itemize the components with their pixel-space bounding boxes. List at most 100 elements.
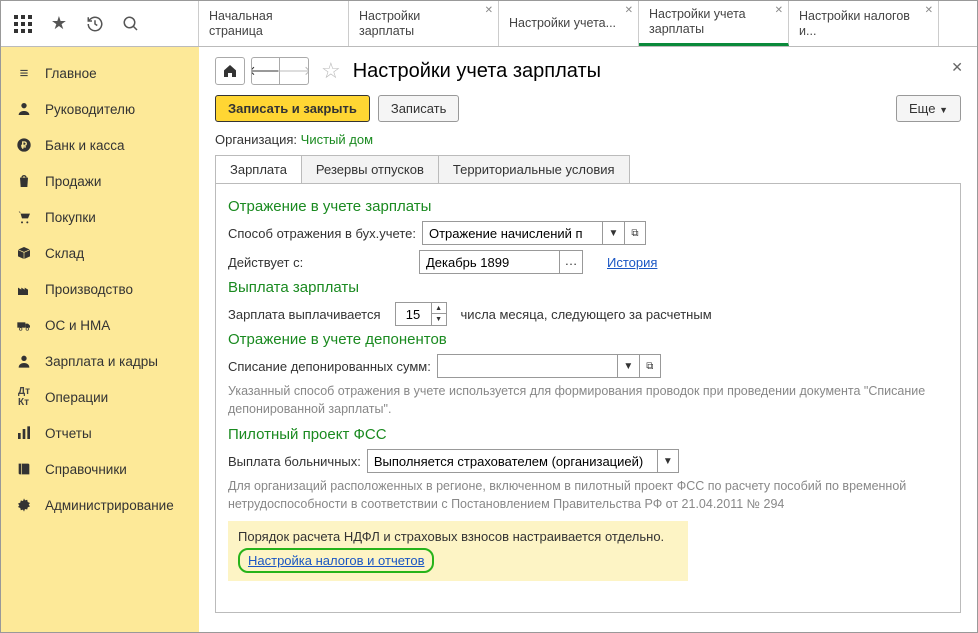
- history-link[interactable]: История: [607, 255, 657, 270]
- save-button[interactable]: Записать: [378, 95, 460, 122]
- sidebar-item-purchases[interactable]: Покупки: [1, 199, 199, 235]
- apps-grid-icon[interactable]: [7, 8, 39, 40]
- dropdown-icon[interactable]: ▼: [657, 449, 679, 473]
- tab-vacation-reserves[interactable]: Резервы отпусков: [302, 156, 439, 183]
- sidebar-item-label: Главное: [45, 66, 97, 81]
- factory-icon: [15, 280, 33, 298]
- spin-down-icon[interactable]: ▼: [432, 314, 446, 325]
- debit-credit-icon: ДтКт: [15, 388, 33, 406]
- sidebar-item-manager[interactable]: Руководителю: [1, 91, 199, 127]
- forward-button[interactable]: 🡒: [280, 58, 308, 84]
- reflect-method-input[interactable]: [422, 221, 602, 245]
- sick-pay-input[interactable]: [367, 449, 657, 473]
- sidebar-item-label: Банк и касса: [45, 138, 125, 153]
- book-icon: [15, 460, 33, 478]
- close-page-button[interactable]: ✕: [951, 59, 963, 76]
- window-tabs: Начальная страница Настройки зарплаты ✕ Н…: [199, 1, 977, 46]
- chevron-down-icon: ▼: [939, 105, 948, 115]
- tab-label: Настройки учета зарплаты: [649, 7, 766, 37]
- sidebar-item-label: Производство: [45, 282, 133, 297]
- info-text: Порядок расчета НДФЛ и страховых взносов…: [238, 529, 678, 544]
- sidebar-item-admin[interactable]: Администрирование: [1, 487, 199, 523]
- sidebar-item-label: Справочники: [45, 462, 127, 477]
- tab-label: Начальная страница: [209, 9, 326, 39]
- sidebar-item-label: Отчеты: [45, 426, 92, 441]
- reflect-label: Способ отражения в бух.учете:: [228, 226, 416, 241]
- home-button[interactable]: [215, 57, 245, 85]
- box-icon: [15, 244, 33, 262]
- close-icon[interactable]: ✕: [485, 5, 493, 17]
- sidebar-item-bank[interactable]: ₽ Банк и касса: [1, 127, 199, 163]
- tax-settings-link-highlight: Настройка налогов и отчетов: [238, 548, 434, 573]
- sidebar-item-main[interactable]: ≡ Главное: [1, 55, 199, 91]
- spin-up-icon[interactable]: ▲: [432, 303, 446, 314]
- sidebar-item-sales[interactable]: Продажи: [1, 163, 199, 199]
- sidebar-item-label: Администрирование: [45, 498, 174, 513]
- section-deponent-title: Отражение в учете депонентов: [228, 331, 948, 348]
- settings-panel: Отражение в учете зарплаты Способ отраже…: [215, 183, 961, 613]
- tab-salary-accounting-settings[interactable]: Настройки учета зарплаты ✕: [639, 1, 789, 46]
- sick-label: Выплата больничных:: [228, 454, 361, 469]
- nav-arrows: 🡐 🡒: [251, 57, 309, 85]
- info-box: Порядок расчета НДФЛ и страховых взносов…: [228, 521, 688, 581]
- pay-label: Зарплата выплачивается: [228, 307, 381, 322]
- tab-start-page[interactable]: Начальная страница: [199, 1, 349, 46]
- sidebar-item-label: Руководителю: [45, 102, 135, 117]
- star-icon[interactable]: ★: [43, 8, 75, 40]
- sidebar-item-label: Зарплата и кадры: [45, 354, 158, 369]
- chart-icon: [15, 424, 33, 442]
- tab-territorial[interactable]: Территориальные условия: [439, 156, 629, 183]
- tab-accounting-settings[interactable]: Настройки учета... ✕: [499, 1, 639, 46]
- panel-tabs: Зарплата Резервы отпусков Территориальны…: [215, 155, 630, 183]
- tab-tax-settings[interactable]: Настройки налогов и...✕: [789, 1, 939, 46]
- org-label: Организация:: [215, 132, 297, 147]
- sidebar-item-reports[interactable]: Отчеты: [1, 415, 199, 451]
- page-title: Настройки учета зарплаты: [353, 60, 601, 83]
- save-and-close-button[interactable]: Записать и закрыть: [215, 95, 370, 122]
- tab-label: Настройки зарплаты: [359, 9, 476, 39]
- more-button[interactable]: Еще ▼: [896, 95, 961, 122]
- sidebar-item-directories[interactable]: Справочники: [1, 451, 199, 487]
- close-icon[interactable]: ✕: [775, 5, 783, 17]
- pay-day-input[interactable]: [395, 302, 431, 326]
- tab-salary-settings[interactable]: Настройки зарплаты ✕: [349, 1, 499, 46]
- person-icon: [15, 100, 33, 118]
- open-dialog-icon[interactable]: ⧉: [639, 354, 661, 378]
- pay-suffix: числа месяца, следующего за расчетным: [461, 307, 712, 322]
- sidebar-item-label: Склад: [45, 246, 84, 261]
- open-dialog-icon[interactable]: ⧉: [624, 221, 646, 245]
- close-icon[interactable]: ✕: [925, 5, 933, 17]
- user-icon: [15, 352, 33, 370]
- sidebar-item-label: Продажи: [45, 174, 101, 189]
- menu-icon: ≡: [15, 64, 33, 82]
- truck-icon: [15, 316, 33, 334]
- ruble-icon: ₽: [15, 136, 33, 154]
- org-link[interactable]: Чистый дом: [301, 132, 373, 147]
- tax-settings-link[interactable]: Настройка налогов и отчетов: [248, 553, 424, 568]
- cart-icon: [15, 208, 33, 226]
- more-label: Еще: [909, 101, 935, 116]
- section-reflection-title: Отражение в учете зарплаты: [228, 198, 948, 215]
- bag-icon: [15, 172, 33, 190]
- sidebar-item-payroll[interactable]: Зарплата и кадры: [1, 343, 199, 379]
- tab-label: Настройки учета...: [509, 16, 616, 31]
- gear-icon: [15, 496, 33, 514]
- tab-salary[interactable]: Зарплата: [216, 156, 302, 183]
- dropdown-icon[interactable]: ▼: [602, 221, 624, 245]
- history-icon[interactable]: [79, 8, 111, 40]
- sidebar-item-operations[interactable]: ДтКтОперации: [1, 379, 199, 415]
- date-picker-button[interactable]: …: [559, 250, 583, 274]
- section-payment-title: Выплата зарплаты: [228, 279, 948, 296]
- deponent-input[interactable]: [437, 354, 617, 378]
- valid-from-label: Действует с:: [228, 255, 413, 270]
- search-icon[interactable]: [115, 8, 147, 40]
- valid-from-input[interactable]: [419, 250, 559, 274]
- sidebar-item-assets[interactable]: ОС и НМА: [1, 307, 199, 343]
- main-sidebar: ≡ Главное Руководителю ₽ Банк и касса Прод…: [1, 47, 199, 632]
- dropdown-icon[interactable]: ▼: [617, 354, 639, 378]
- sidebar-item-warehouse[interactable]: Склад: [1, 235, 199, 271]
- svg-text:₽: ₽: [21, 140, 27, 150]
- close-icon[interactable]: ✕: [625, 5, 633, 17]
- sidebar-item-production[interactable]: Производство: [1, 271, 199, 307]
- favorite-star-icon[interactable]: ☆: [321, 58, 341, 84]
